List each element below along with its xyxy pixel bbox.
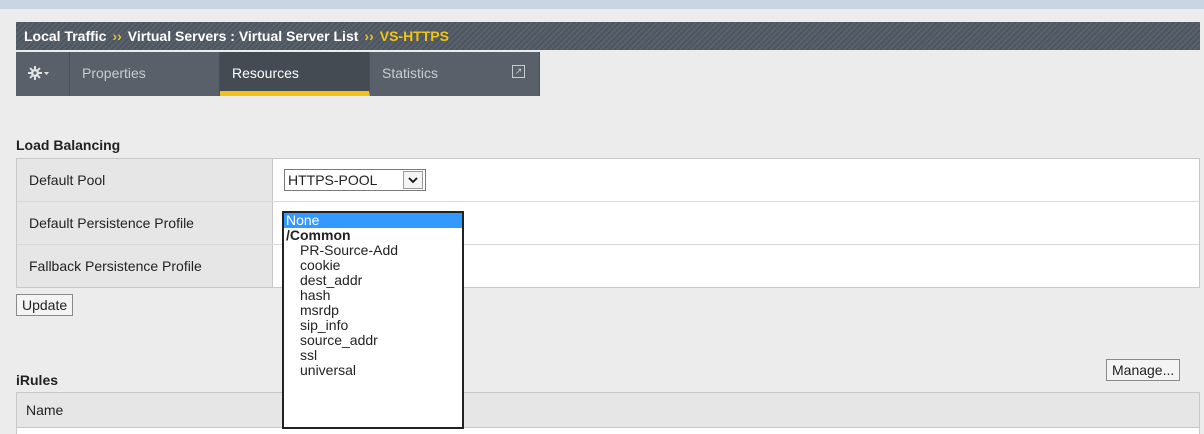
dropdown-option-selected[interactable]: None	[284, 213, 462, 228]
gear-icon	[28, 66, 49, 80]
breadcrumb: Local Traffic ›› Virtual Servers : Virtu…	[16, 22, 1200, 50]
fallback-persistence-row: Fallback Persistence Profile	[17, 245, 1199, 287]
dropdown-option[interactable]: hash	[284, 288, 462, 303]
dropdown-option[interactable]: ssl	[284, 348, 462, 363]
dropdown-option[interactable]: dest_addr	[284, 273, 462, 288]
breadcrumb-current: VS-HTTPS	[379, 28, 449, 44]
default-pool-label: Default Pool	[17, 159, 273, 201]
tab-statistics-label: Statistics	[382, 65, 439, 81]
tab-bar: Properties Resources Statistics ↗	[16, 52, 540, 96]
irules-column-name: Name	[17, 393, 1199, 428]
irules-title: iRules	[16, 372, 59, 388]
dropdown-option[interactable]: source_addr	[284, 333, 462, 348]
top-accent-bar	[0, 0, 1204, 9]
dropdown-option[interactable]: sip_info	[284, 318, 462, 333]
tab-resources[interactable]: Resources	[220, 52, 370, 96]
dropdown-option[interactable]: cookie	[284, 258, 462, 273]
breadcrumb-separator: ››	[112, 28, 122, 44]
dropdown-option[interactable]: msrdp	[284, 303, 462, 318]
manage-button[interactable]: Manage...	[1106, 359, 1181, 381]
popout-icon[interactable]: ↗	[512, 65, 525, 78]
persistence-profile-dropdown-list[interactable]: None /Common PR-Source-Add cookie dest_a…	[282, 211, 464, 429]
fallback-persistence-label: Fallback Persistence Profile	[17, 245, 273, 287]
dropdown-option[interactable]: universal	[284, 363, 462, 378]
load-balancing-table: Default Pool HTTPS-POOL Default Persiste…	[16, 158, 1200, 288]
tab-statistics[interactable]: Statistics ↗	[370, 52, 540, 96]
default-persistence-label: Default Persistence Profile	[17, 202, 273, 244]
irules-table: Name	[16, 392, 1200, 434]
default-pool-row: Default Pool HTTPS-POOL	[17, 159, 1199, 202]
default-persistence-row: Default Persistence Profile	[17, 202, 1199, 245]
breadcrumb-separator: ››	[364, 28, 374, 44]
dropdown-group-label: /Common	[286, 227, 351, 243]
breadcrumb-item-virtual-server-list[interactable]: Virtual Servers : Virtual Server List	[128, 28, 359, 44]
update-button[interactable]: Update	[16, 294, 74, 316]
breadcrumb-item-local-traffic[interactable]: Local Traffic	[24, 28, 106, 44]
chevron-down-icon	[403, 171, 423, 189]
default-pool-value: HTTPS-POOL	[288, 172, 378, 188]
tab-gear-menu[interactable]	[16, 52, 70, 96]
default-pool-select[interactable]: HTTPS-POOL	[284, 169, 426, 191]
dropdown-option[interactable]: PR-Source-Add	[284, 243, 462, 258]
tab-properties[interactable]: Properties	[70, 52, 220, 96]
load-balancing-title: Load Balancing	[16, 137, 121, 153]
